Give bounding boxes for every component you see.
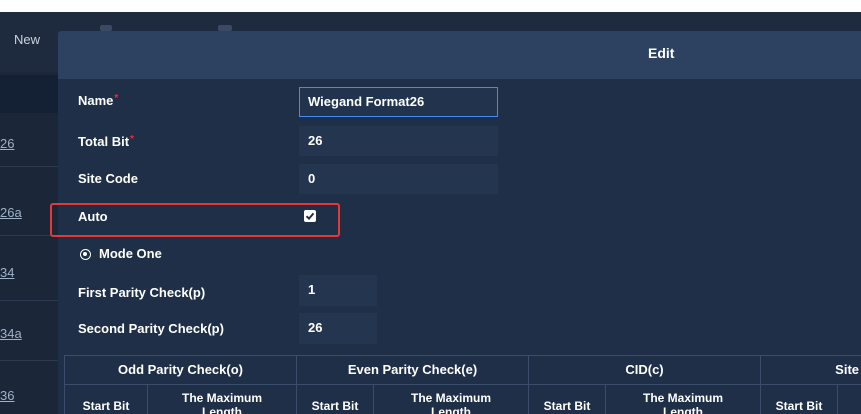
table-header-cid: CID(c)	[528, 355, 761, 385]
table-subheader-start-bit: Start Bit	[296, 384, 374, 414]
table-header-even-parity: Even Parity Check(e)	[296, 355, 529, 385]
list-item-26[interactable]: 26	[0, 136, 60, 151]
second-parity-input[interactable]: 26	[299, 313, 377, 344]
new-button[interactable]: New	[14, 32, 40, 47]
dialog-header: Edit	[58, 31, 861, 79]
required-mark: *	[130, 134, 134, 145]
table-header-odd-parity: Odd Parity Check(o)	[64, 355, 297, 385]
list-item-36[interactable]: 36	[0, 388, 60, 403]
highlight-box	[50, 203, 340, 237]
second-parity-label: Second Parity Check(p)	[78, 321, 224, 336]
list-item-34a[interactable]: 34a	[0, 326, 60, 341]
mode-one-label: Mode One	[99, 246, 162, 261]
divider	[0, 166, 60, 167]
first-parity-input[interactable]: 1	[299, 275, 377, 306]
name-label: Name*	[78, 93, 119, 108]
site-code-input[interactable]: 0	[299, 164, 498, 194]
list-item-34[interactable]: 34	[0, 265, 60, 280]
table-subheader-max-length: The Maximum Length	[147, 384, 297, 414]
table-subheader-start-bit: Start Bit	[64, 384, 148, 414]
divider	[0, 360, 60, 361]
table-subheader-start-bit: Start Bit	[528, 384, 606, 414]
parity-table: Odd Parity Check(o) Even Parity Check(e)…	[64, 355, 861, 414]
background-row-band	[0, 75, 62, 113]
first-parity-label: First Parity Check(p)	[78, 285, 206, 300]
name-input[interactable]: Wiegand Format26	[299, 87, 498, 117]
dialog-title: Edit	[648, 45, 675, 61]
table-subheader-max-length: The Maximum Length	[605, 384, 761, 414]
table-subheader-max-length	[837, 384, 861, 414]
table-subheader-start-bit: Start Bit	[760, 384, 838, 414]
table-header-site: Site	[760, 355, 861, 385]
divider	[0, 300, 60, 301]
table-subheader-max-length: The Maximum Length	[373, 384, 529, 414]
total-bit-label: Total Bit*	[78, 134, 134, 149]
required-mark: *	[114, 93, 119, 104]
site-code-label: Site Code	[78, 171, 138, 186]
total-bit-input[interactable]: 26	[299, 126, 498, 156]
radio-selected-icon[interactable]	[80, 249, 91, 260]
